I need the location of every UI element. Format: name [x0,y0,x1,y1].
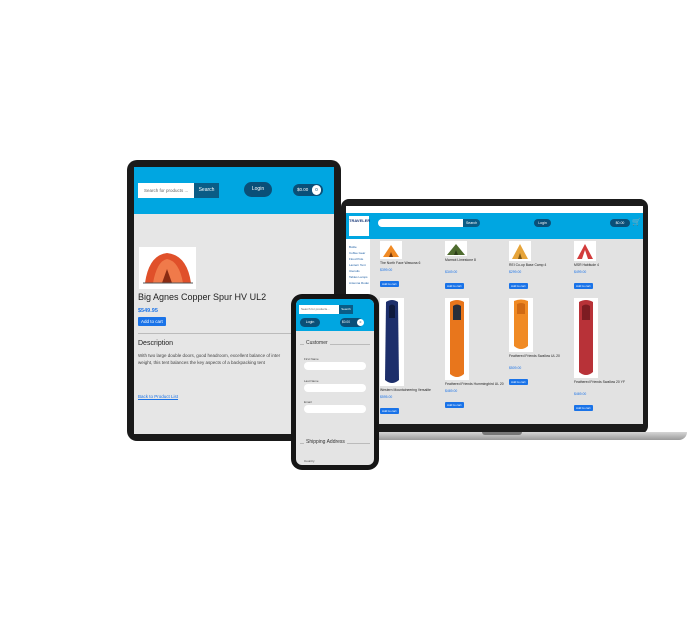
product-title: Big Agnes Copper Spur HV UL2 [138,292,267,302]
product-name[interactable]: Feathered Friends Swallow 20 YF [574,380,634,384]
add-to-cart-button[interactable]: Add to cart [138,317,166,326]
product-image[interactable] [574,241,596,261]
product-card[interactable]: Western Mountaineering Versalite $595.00… [380,298,440,417]
product-card[interactable]: The North Face Wawona 6 $399.00 Add to c… [380,241,440,290]
product-price: $349.00 [445,270,458,274]
cart-icon[interactable]: 🛒 [632,218,641,226]
phone-login-button[interactable]: Login [300,318,320,327]
sidebar-item[interactable]: Antenna Rodents [349,280,369,286]
first-name-label: First Name [304,357,319,361]
site-logo[interactable]: TRAVELER [349,216,370,236]
product-description: With two large double doors, good headro… [138,352,298,366]
product-name[interactable]: Marmot Limestone 8 [445,258,505,262]
product-price: $509.00 [509,366,522,370]
add-to-cart-button[interactable]: Add to cart [380,408,399,414]
laptop-screen: TRAVELER Search Login $0.00 🛒 Bottle Cof… [346,206,643,424]
product-image[interactable] [380,241,402,259]
product-price: $469.00 [445,389,458,393]
product-price: $469.00 [574,392,587,396]
phone-screen: Search for products... Search Login $0.0… [296,299,374,465]
product-price: $299.00 [509,270,522,274]
email-field[interactable] [304,405,366,413]
first-name-field[interactable] [304,362,366,370]
product-name[interactable]: Western Mountaineering Versalite [380,388,440,392]
cart-count-badge: 0 [357,319,364,326]
description-heading: Description [138,340,174,347]
product-image[interactable] [509,241,531,261]
device-mockup-scene: TRAVELER Search Login $0.00 🛒 Bottle Cof… [0,0,687,631]
email-label: Email [304,400,312,404]
product-image[interactable] [509,298,533,352]
product-card[interactable]: Feathered Friends Swallow 20 YF $469.00 … [574,298,634,414]
product-name[interactable]: REI Co-op Base Camp 4 [509,263,569,267]
tablet-login-button[interactable]: Login [244,182,272,197]
back-to-product-list-link[interactable]: Back to Product List [138,394,178,399]
product-name[interactable]: Feathered Friends Hummingbird UL 20 [445,382,505,386]
product-name[interactable]: MSR Habitude 4 [574,263,634,267]
tablet-search-input[interactable]: Search for products ... [138,183,194,198]
phone-search-input[interactable]: Search for products... [299,305,339,314]
description-line: With two large double doors, good headro… [138,353,281,358]
laptop-login-button[interactable]: Login [534,219,551,227]
add-to-cart-button[interactable]: Add to cart [445,402,464,408]
customer-heading: Customer [304,340,330,346]
laptop-notch [482,432,522,435]
product-price: $399.00 [380,268,393,272]
laptop-search-input[interactable] [378,219,463,227]
description-line: weight, this tent balances the key aspec… [138,360,265,365]
product-image[interactable] [380,298,404,386]
product-image[interactable] [445,298,469,380]
laptop-search-button[interactable]: Search [463,219,480,227]
shipping-address-heading: Shipping Address [304,439,347,445]
add-to-cart-button[interactable]: Add to cart [574,405,593,411]
product-card[interactable]: Marmot Limestone 8 $349.00 Add to cart [445,241,505,292]
product-price: $499.00 [574,270,587,274]
add-to-cart-button[interactable]: Add to cart [380,281,399,287]
product-card[interactable]: Feathered Friends Hummingbird UL 20 $469… [445,298,505,411]
country-label: Country [304,459,315,463]
product-image[interactable] [445,241,467,256]
product-card[interactable]: REI Co-op Base Camp 4 $299.00 Add to car… [509,241,569,292]
laptop-cart-button[interactable]: $0.00 [610,219,630,227]
product-name[interactable]: The North Face Wawona 6 [380,261,440,265]
last-name-label: Last Name [304,379,319,383]
product-image [139,247,196,289]
product-price: $549.95 [138,308,158,314]
add-to-cart-button[interactable]: Add to cart [445,283,464,289]
product-card[interactable]: Feathered Friends Swallow UL 20 $509.00 … [509,298,569,388]
product-card[interactable]: MSR Habitude 4 $499.00 Add to cart [574,241,634,292]
add-to-cart-button[interactable]: Add to cart [509,379,528,385]
last-name-field[interactable] [304,384,366,392]
laptop-category-sidebar: Bottle Coffee Gear Flood Pole Lantern Te… [349,244,369,286]
laptop-base [372,432,687,440]
product-image[interactable] [574,298,598,378]
add-to-cart-button[interactable]: Add to cart [509,283,528,289]
product-name[interactable]: Feathered Friends Swallow UL 20 [509,354,569,358]
product-price: $595.00 [380,395,393,399]
phone-search-button[interactable]: Search [339,305,353,314]
add-to-cart-button[interactable]: Add to cart [574,283,593,289]
tablet-search-button[interactable]: Search [194,183,219,198]
cart-count-badge: 0 [312,185,321,195]
